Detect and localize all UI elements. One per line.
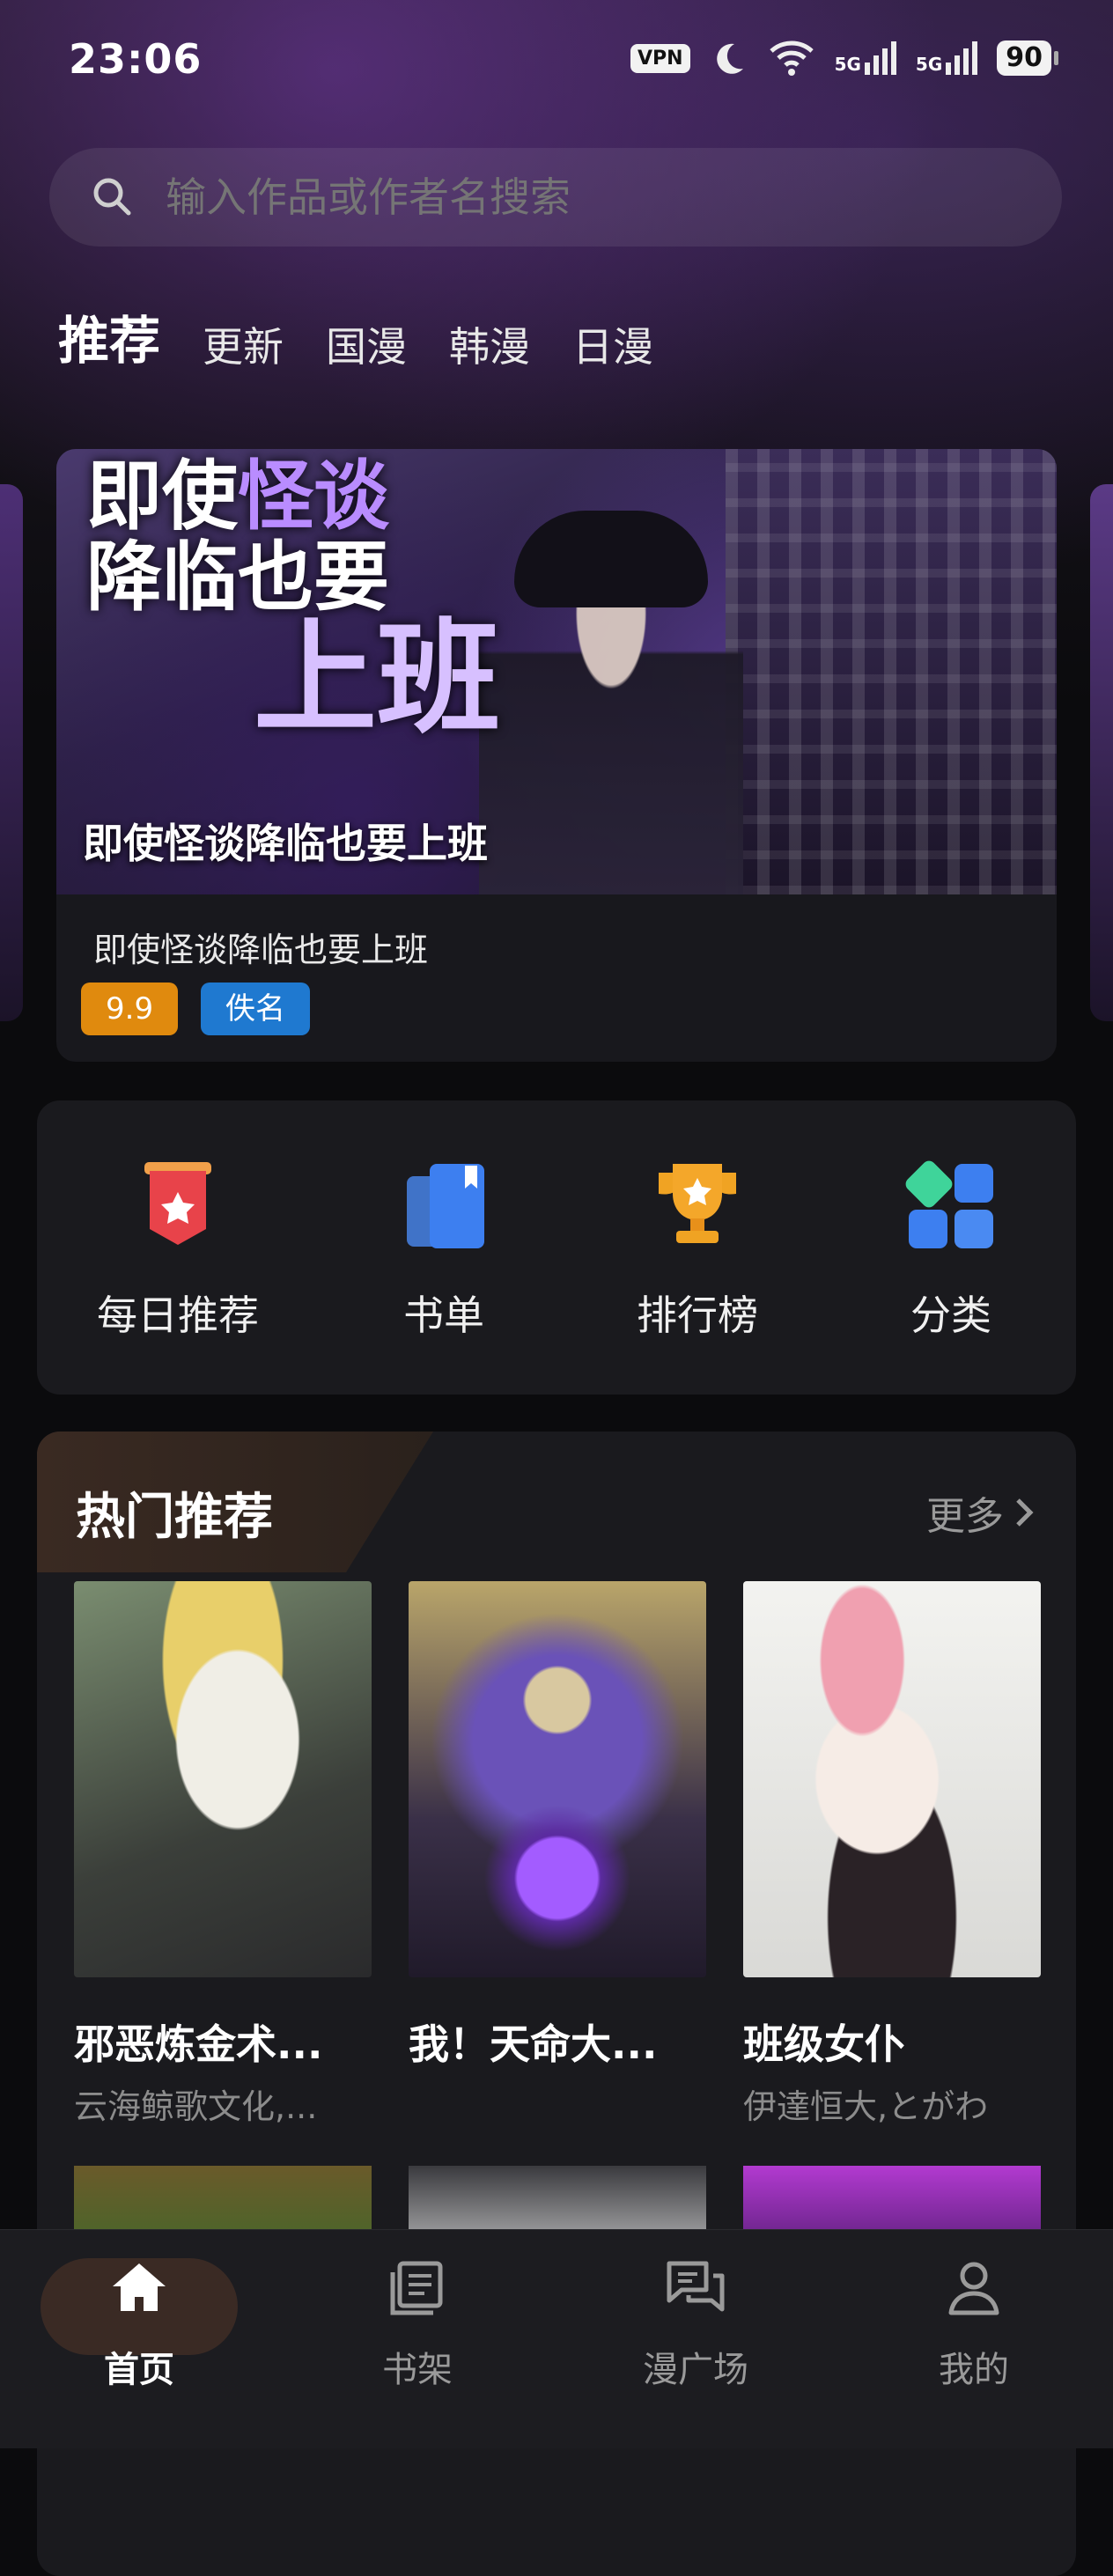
banner-building-art (726, 449, 1057, 894)
signal-5g-1: 5G (835, 41, 896, 75)
banner-comic-name: 即使怪谈降临也要上班 (93, 931, 429, 969)
banner-artwork: 即使怪谈 降临也要 上班 即使怪谈降临也要上班 (56, 449, 1057, 894)
carousel-prev-card[interactable] (0, 484, 23, 1021)
author-badge: 佚名 (201, 983, 310, 1035)
banner-character-hair (514, 511, 708, 607)
carousel-next-card[interactable] (1090, 484, 1113, 1021)
search-bar[interactable] (49, 148, 1062, 247)
bottom-navigation: 首页 书架 漫广场 我的 (0, 2229, 1113, 2448)
nav-profile[interactable]: 我的 (868, 2255, 1080, 2392)
category-icon (905, 1160, 993, 1248)
featured-banner[interactable]: 即使怪谈 降临也要 上班 即使怪谈降临也要上班 即使怪谈降临也要上班 9.9 佚… (56, 449, 1057, 1062)
moon-icon (716, 43, 743, 74)
status-time: 23:06 (69, 35, 203, 83)
search-icon (93, 178, 131, 216)
comic-title[interactable]: 班级女仆 (743, 2013, 1043, 2071)
comic-square-icon (667, 2261, 725, 2312)
home-icon (113, 2263, 166, 2311)
chevron-right-icon (1016, 1498, 1034, 1527)
daily-recommend-entry[interactable]: 每日推荐 (72, 1153, 284, 1342)
comic-author: 云海鲸歌文化,... (74, 2087, 318, 2126)
comic-cover[interactable] (409, 1581, 706, 1977)
section-title: 热门推荐 (76, 1489, 273, 1546)
comic-title[interactable]: 我！天命大... (409, 2013, 708, 2071)
vpn-badge: VPN (630, 43, 690, 73)
bookshelf-icon (390, 2261, 443, 2315)
wifi-icon (769, 40, 814, 76)
profile-icon (948, 2262, 999, 2315)
comic-title[interactable]: 邪恶炼金术... (74, 2013, 373, 2071)
banner-artwork-title: 即使怪谈 降临也要 上班 (86, 453, 501, 751)
tab-chinese-comics[interactable]: 国漫 (326, 315, 407, 373)
category-entry[interactable]: 分类 (845, 1153, 1057, 1342)
comic-cover[interactable] (743, 1581, 1041, 1977)
tab-japanese-comics[interactable]: 日漫 (572, 315, 653, 373)
nav-bookshelf[interactable]: 书架 (312, 2255, 523, 2392)
trophy-icon (659, 1164, 736, 1243)
banner-overlay-title: 即使怪谈降临也要上班 (83, 820, 488, 867)
comic-author: 伊達恒大,とがわ (743, 2087, 989, 2126)
tab-updates[interactable]: 更新 (203, 315, 284, 373)
comic-cover[interactable] (74, 1581, 372, 1977)
status-indicators: VPN 5G 5G 90 (630, 39, 1058, 77)
booklist-icon (407, 1164, 484, 1248)
more-link[interactable]: 更多 (926, 1484, 1036, 1541)
category-tabs: 推荐 更新 国漫 韩漫 日漫 (54, 299, 653, 379)
battery-indicator: 90 (997, 40, 1058, 76)
search-input[interactable] (164, 173, 960, 222)
tab-recommend[interactable]: 推荐 (54, 299, 163, 379)
score-badge: 9.9 (81, 983, 179, 1035)
quick-entry-panel: 每日推荐 书单 排行榜 分类 (37, 1100, 1076, 1395)
booklist-entry[interactable]: 书单 (338, 1153, 549, 1342)
nav-home[interactable]: 首页 (33, 2255, 245, 2392)
ranking-entry[interactable]: 排行榜 (592, 1153, 803, 1342)
tab-korean-comics[interactable]: 韩漫 (449, 315, 530, 373)
nav-comic-square[interactable]: 漫广场 (590, 2255, 801, 2392)
status-bar: 23:06 VPN 5G 5G 90 (0, 0, 1113, 132)
signal-5g-2: 5G (916, 41, 978, 75)
daily-recommend-icon (144, 1162, 211, 1245)
